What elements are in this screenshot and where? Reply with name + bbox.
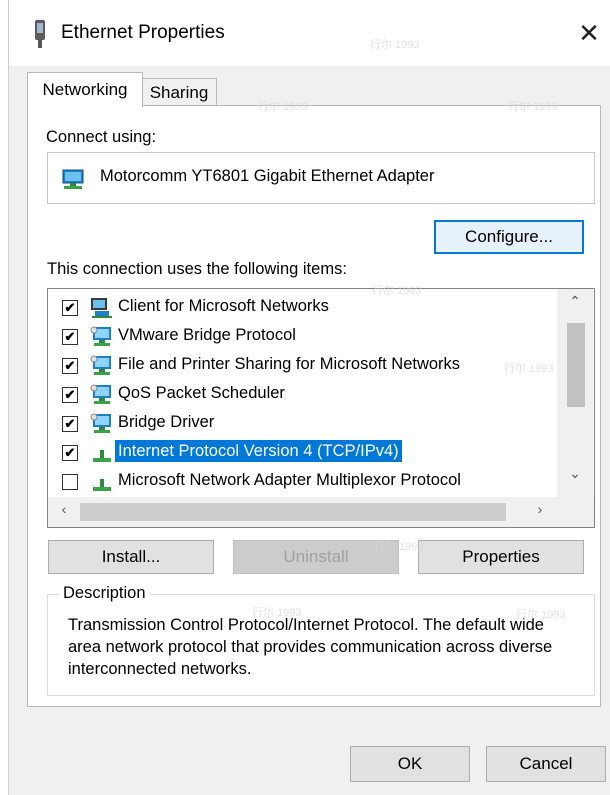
list-item[interactable]: ✔ Internet Protocol Version 4 (TCP/IPv4) xyxy=(48,438,558,466)
watermark-text: 行尔 1993 xyxy=(258,101,308,113)
list-item[interactable]: Microsoft Network Adapter Multiplexor Pr… xyxy=(48,467,558,495)
item-label: QoS Packet Scheduler xyxy=(118,384,285,402)
item-label: Bridge Driver xyxy=(118,413,215,431)
network-service-icon xyxy=(90,413,111,433)
adapter-name: Motorcomm YT6801 Gigabit Ethernet Adapte… xyxy=(100,167,435,185)
watermark-text: 行尔 1993 xyxy=(516,609,566,621)
network-service-icon xyxy=(90,384,111,404)
configure-button[interactable]: Configure... xyxy=(434,220,584,254)
window-title: Ethernet Properties xyxy=(61,22,225,43)
watermark-text: 行尔 1993 xyxy=(508,101,558,113)
watermark-text: 行尔 1993 xyxy=(374,541,424,553)
network-client-icon xyxy=(91,298,112,318)
item-label: VMware Bridge Protocol xyxy=(118,326,296,344)
connect-using-label: Connect using: xyxy=(46,128,157,146)
watermark-text: 行尔 1993 xyxy=(252,607,302,619)
adapter-field: Motorcomm YT6801 Gigabit Ethernet Adapte… xyxy=(47,152,595,204)
list-item[interactable]: ✔ QoS Packet Scheduler xyxy=(48,380,558,408)
items-label: This connection uses the following items… xyxy=(47,260,347,278)
properties-button[interactable]: Properties xyxy=(418,540,584,574)
protocol-icon xyxy=(93,479,111,491)
network-service-icon xyxy=(90,355,111,375)
scrollbar-corner xyxy=(558,497,594,527)
description-text: Transmission Control Protocol/Internet P… xyxy=(68,616,553,678)
close-button[interactable]: ✕ xyxy=(569,14,609,52)
ok-button[interactable]: OK xyxy=(350,746,470,782)
cancel-button[interactable]: Cancel xyxy=(486,746,606,782)
item-checkbox[interactable]: ✔ xyxy=(62,300,78,316)
tab-sharing[interactable]: Sharing xyxy=(141,78,217,107)
item-label: Internet Protocol Version 4 (TCP/IPv4) xyxy=(115,440,402,462)
list-item[interactable]: ✔ Bridge Driver xyxy=(48,409,558,437)
horizontal-scroll-thumb[interactable] xyxy=(80,503,506,521)
scroll-right-icon[interactable]: › xyxy=(530,501,550,523)
items-list[interactable]: ✔ Client for Microsoft Networks ✔ VMware… xyxy=(47,288,595,528)
item-checkbox[interactable] xyxy=(62,474,78,490)
network-adapter-icon xyxy=(62,169,84,189)
item-checkbox[interactable]: ✔ xyxy=(62,329,78,345)
item-checkbox[interactable]: ✔ xyxy=(62,445,78,461)
close-icon: ✕ xyxy=(578,18,600,48)
vertical-scroll-thumb[interactable] xyxy=(567,323,585,407)
network-service-icon xyxy=(90,326,111,346)
description-legend: Description xyxy=(59,584,150,603)
item-checkbox[interactable]: ✔ xyxy=(62,358,78,374)
watermark-text: 行尔 1993 xyxy=(372,285,422,297)
list-item[interactable]: ✔ Client for Microsoft Networks xyxy=(48,293,558,321)
list-item[interactable]: ✔ File and Printer Sharing for Microsoft… xyxy=(48,351,558,379)
scroll-up-icon[interactable]: ⌃ xyxy=(557,293,593,321)
item-checkbox[interactable]: ✔ xyxy=(62,416,78,432)
vertical-scrollbar[interactable]: ⌃ ⌄ xyxy=(557,289,593,497)
item-checkbox[interactable]: ✔ xyxy=(62,387,78,403)
item-label: File and Printer Sharing for Microsoft N… xyxy=(118,355,461,373)
watermark-text: 行尔 1993 xyxy=(504,363,554,375)
protocol-icon xyxy=(93,450,111,462)
tab-networking[interactable]: Networking xyxy=(27,72,143,107)
install-button[interactable]: Install... xyxy=(48,540,214,574)
item-label: Client for Microsoft Networks xyxy=(118,297,329,315)
item-label: Microsoft Network Adapter Multiplexor Pr… xyxy=(118,471,461,489)
title-bar[interactable]: Ethernet Properties ✕ xyxy=(9,0,610,66)
watermark-text: 行尔 1993 xyxy=(370,39,420,51)
list-item[interactable]: ✔ VMware Bridge Protocol xyxy=(48,322,558,350)
scroll-down-icon[interactable]: ⌄ xyxy=(557,465,593,493)
scroll-left-icon[interactable]: ‹ xyxy=(54,501,74,523)
ethernet-adapter-icon xyxy=(35,20,45,48)
horizontal-scrollbar[interactable]: ‹ › xyxy=(48,497,558,527)
